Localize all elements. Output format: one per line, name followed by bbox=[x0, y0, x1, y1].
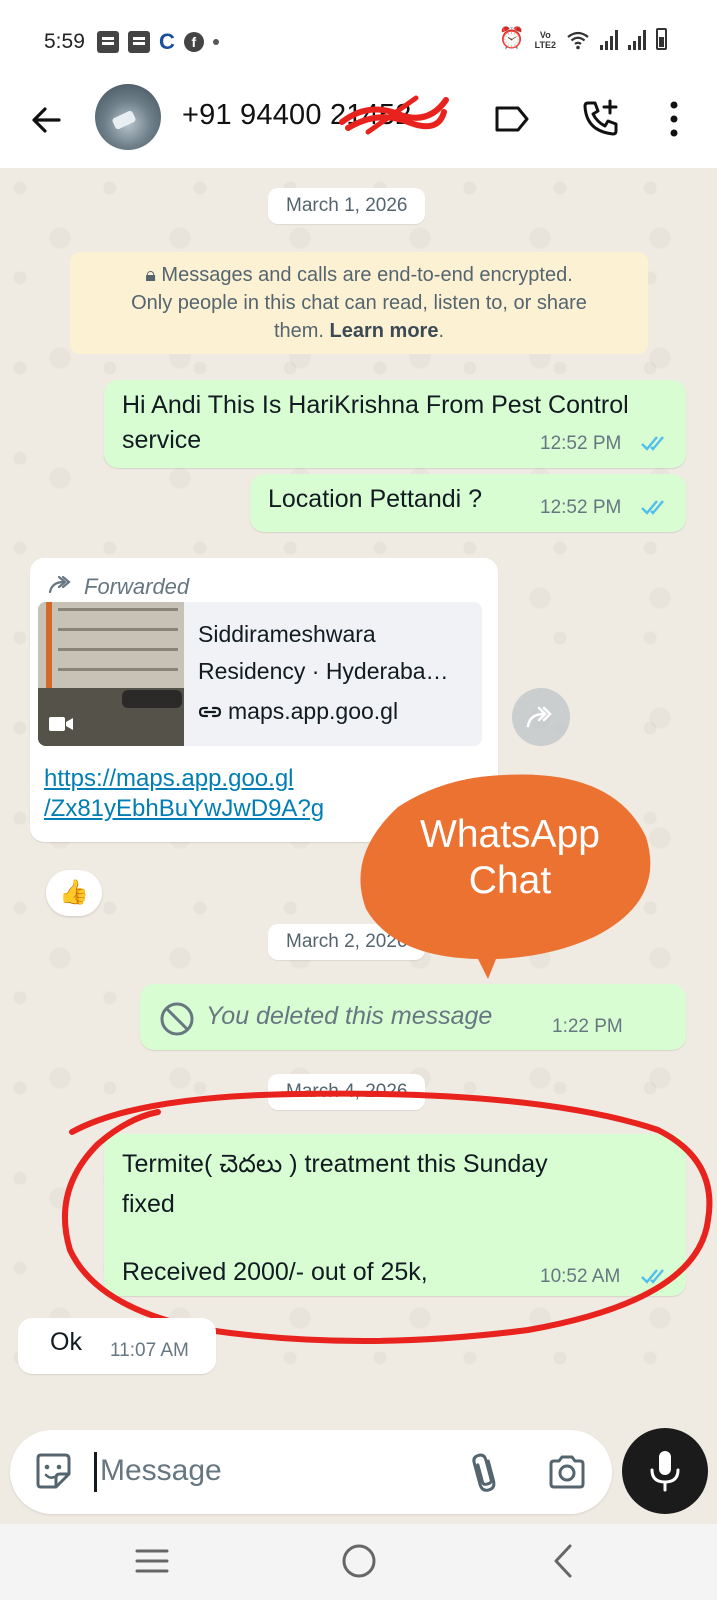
call-add-icon[interactable] bbox=[580, 97, 622, 139]
link-preview-title: Siddirameshwara Residency · Hyderaba… bbox=[198, 616, 474, 690]
status-time: 5:59 bbox=[44, 30, 85, 53]
volte-icon: Vo LTE2 bbox=[534, 30, 556, 50]
building-graphic bbox=[58, 668, 178, 671]
system-status-icons: ⏰ Vo LTE2 bbox=[498, 27, 667, 50]
label-icon[interactable] bbox=[492, 101, 532, 137]
link-title-line: Residency · Hyderaba… bbox=[198, 658, 449, 684]
message-time: 12:52 PM bbox=[540, 433, 622, 454]
video-icon bbox=[49, 717, 73, 731]
forwarded-icon bbox=[48, 575, 71, 594]
overlay-line: Chat bbox=[468, 859, 552, 902]
c-app-notification-icon: C bbox=[159, 29, 175, 54]
alarm-icon: ⏰ bbox=[498, 27, 525, 50]
outgoing-message[interactable]: Location Pettandi ? 12:52 PM bbox=[250, 474, 686, 532]
reaction-badge[interactable]: 👍 bbox=[46, 870, 102, 916]
message-time: 1:22 PM bbox=[552, 1016, 623, 1037]
url-line: /Zx81yEbhBuYwJwD9A?g bbox=[44, 795, 325, 822]
date-chip: March 1, 2026 bbox=[268, 188, 426, 224]
more-notifications-dot-icon bbox=[212, 39, 219, 45]
message-url-link[interactable]: https://maps.app.goo.gl /Zx81yEbhBuYwJwD… bbox=[44, 764, 384, 824]
back-arrow-icon[interactable] bbox=[26, 100, 66, 140]
signal-strength-icon bbox=[600, 30, 618, 50]
text-caret bbox=[94, 1452, 97, 1492]
building-graphic bbox=[38, 602, 184, 688]
overlay-annotation-text: WhatsApp Chat bbox=[360, 812, 660, 904]
learn-more-link[interactable]: Learn more bbox=[330, 320, 439, 342]
forwarded-label: Forwarded bbox=[84, 574, 190, 599]
message-input[interactable] bbox=[100, 1448, 430, 1494]
forward-share-button[interactable] bbox=[512, 688, 570, 746]
microphone-icon bbox=[650, 1451, 680, 1492]
read-ticks-icon bbox=[641, 500, 664, 515]
home-icon[interactable] bbox=[338, 1540, 380, 1582]
encryption-text: them. bbox=[273, 320, 330, 342]
redaction-scribble bbox=[339, 95, 449, 135]
signal-strength-icon bbox=[628, 30, 646, 50]
read-ticks-icon bbox=[641, 436, 664, 451]
link-title-line: Siddirameshwara bbox=[198, 621, 376, 647]
encryption-notice-line: them. Learn more. bbox=[70, 317, 648, 345]
encryption-notice[interactable]: 🔒︎ Messages and calls are end-to-end enc… bbox=[70, 252, 648, 354]
system-navigation-bar bbox=[0, 1524, 717, 1600]
building-graphic bbox=[58, 628, 178, 631]
chat-header: +91 94400 21452 bbox=[0, 82, 717, 168]
link-icon bbox=[198, 706, 222, 718]
lock-icon: 🔒︎ bbox=[145, 264, 162, 286]
encryption-text: Messages and calls are end-to-end encryp… bbox=[161, 264, 573, 286]
recent-apps-icon[interactable] bbox=[134, 1544, 170, 1578]
camera-icon[interactable] bbox=[546, 1452, 588, 1492]
encryption-text: . bbox=[438, 320, 445, 342]
wifi-icon bbox=[567, 31, 589, 50]
message-time: 11:07 AM bbox=[110, 1340, 189, 1361]
bikes-graphic bbox=[122, 690, 182, 708]
message-time: 12:52 PM bbox=[540, 497, 622, 518]
chat-area[interactable]: March 1, 2026 🔒︎ Messages and calls are … bbox=[0, 168, 717, 1426]
status-bar: 5:59 C f ⏰ Vo LTE2 bbox=[0, 0, 717, 82]
message-text: Ok bbox=[50, 1328, 82, 1356]
forward-share-icon bbox=[526, 706, 552, 728]
deleted-message-text: You deleted this message bbox=[206, 1002, 493, 1030]
url-line: https://maps.app.goo.gl bbox=[44, 765, 294, 792]
sticker-emoji-icon[interactable] bbox=[32, 1450, 74, 1492]
encryption-notice-line: 🔒︎ Messages and calls are end-to-end enc… bbox=[70, 261, 648, 289]
building-graphic bbox=[46, 602, 52, 688]
outgoing-message[interactable]: Hi Andi This Is HariKrishna From Pest Co… bbox=[104, 380, 686, 468]
link-preview-domain: maps.app.goo.gl bbox=[228, 698, 399, 724]
battery-icon bbox=[656, 28, 667, 50]
avatar[interactable] bbox=[95, 84, 161, 150]
message-composer bbox=[10, 1430, 612, 1514]
building-graphic bbox=[58, 648, 178, 651]
encryption-notice-line: Only people in this chat can read, liste… bbox=[131, 292, 587, 314]
document-notification-icon bbox=[97, 31, 119, 53]
highlight-circle-annotation bbox=[62, 1090, 713, 1344]
attach-icon[interactable] bbox=[466, 1450, 506, 1494]
link-preview-card[interactable]: Siddirameshwara Residency · Hyderaba… ma… bbox=[38, 602, 482, 746]
document-notification-icon bbox=[128, 31, 150, 53]
deleted-message[interactable]: You deleted this message 1:22 PM bbox=[140, 984, 686, 1050]
more-vert-icon[interactable] bbox=[664, 99, 684, 139]
nav-back-icon[interactable] bbox=[548, 1542, 578, 1580]
incoming-message[interactable]: Ok 11:07 AM bbox=[18, 1318, 216, 1374]
message-text: Location Pettandi ? bbox=[268, 485, 483, 513]
deleted-message-icon bbox=[160, 1002, 194, 1036]
voice-message-button[interactable] bbox=[622, 1428, 708, 1514]
building-graphic bbox=[58, 608, 178, 611]
notification-icons: C f bbox=[97, 31, 219, 53]
facebook-notification-icon: f bbox=[183, 32, 204, 52]
overlay-line: WhatsApp bbox=[420, 813, 600, 856]
